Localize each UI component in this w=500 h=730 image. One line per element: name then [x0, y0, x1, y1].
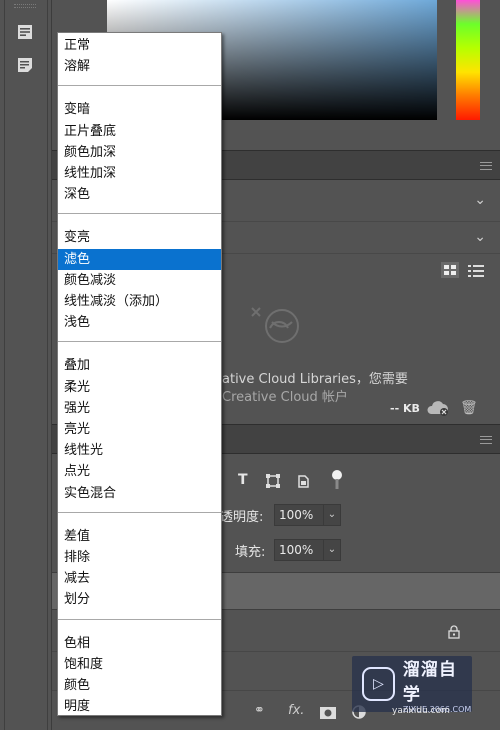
fill-input[interactable]: 100% — [274, 539, 324, 561]
filter-smart-object-icon[interactable] — [296, 473, 310, 492]
blend-mode-option[interactable]: 点光 — [58, 461, 221, 482]
chevron-down-icon[interactable]: ⌄ — [474, 192, 486, 208]
blend-mode-option[interactable]: 明度 — [58, 696, 221, 717]
blend-mode-option[interactable]: 浅色 — [58, 312, 221, 333]
blend-mode-option[interactable]: 线性光 — [58, 440, 221, 461]
blend-mode-option[interactable]: 强光 — [58, 398, 221, 419]
blend-mode-menu: 正常 溶解变暗 正片叠底 颜色加深 线性加深 深色变亮 滤色 颜色减淡 线性减淡（添加） 浅色叠加… — [57, 32, 222, 716]
blend-mode-option[interactable]: 柔光 — [58, 377, 221, 398]
blend-mode-option[interactable]: 颜色减淡 — [58, 270, 221, 291]
list-view-icon[interactable] — [468, 263, 484, 282]
left-panel-dock — [0, 0, 52, 730]
blend-mode-option[interactable]: 饱和度 — [58, 654, 221, 675]
blend-mode-option[interactable]: 划分 — [58, 589, 221, 610]
libraries-message: ative Cloud Libraries，您需要 — [222, 372, 408, 387]
blend-mode-option[interactable]: 深色 — [58, 184, 221, 205]
cloud-sync-icon[interactable] — [426, 400, 450, 420]
blend-mode-option[interactable]: 颜色加深 — [58, 142, 221, 163]
blend-mode-option[interactable]: 差值 — [58, 526, 221, 547]
blend-mode-option[interactable]: 溶解 — [58, 56, 221, 77]
layers-menu-icon[interactable] — [480, 436, 492, 444]
blend-mode-option[interactable]: 变暗 — [58, 99, 221, 120]
fx-icon[interactable]: fx. — [288, 703, 304, 718]
menu-separator — [58, 618, 221, 620]
blend-mode-option[interactable]: 颜色 — [58, 675, 221, 696]
blend-mode-option[interactable]: 亮光 — [58, 419, 221, 440]
lock-icon — [448, 624, 460, 643]
libraries-menu-icon[interactable] — [480, 162, 492, 170]
blend-mode-option[interactable]: 减去 — [58, 568, 221, 589]
watermark-badge: ▷ 溜溜自学 ZIXUE.3066.COM — [352, 655, 472, 714]
menu-separator — [58, 85, 221, 87]
link-layers-icon[interactable]: ⚭ — [254, 703, 265, 718]
blend-mode-option[interactable]: 实色混合 — [58, 483, 221, 504]
grid-view-icon[interactable] — [441, 262, 459, 282]
blend-mode-option[interactable]: 变亮 — [58, 227, 221, 248]
library-size-label: -- KB — [390, 402, 420, 415]
play-logo-icon: ▷ — [362, 667, 395, 701]
cloud-disconnected-icon — [248, 302, 308, 350]
watermark-partial-text: yanxidu.com — [392, 706, 450, 716]
libraries-message-partial: Creative Cloud 帐户 — [222, 390, 348, 405]
add-mask-icon[interactable] — [320, 704, 336, 723]
blend-mode-option[interactable]: 线性减淡（添加） — [58, 291, 221, 312]
photoshop-workspace: ⌄ ⌄ ative Cloud Libraries，您需要 Creative C… — [0, 0, 500, 730]
hue-slider[interactable] — [456, 0, 480, 120]
opacity-input[interactable]: 100% — [274, 504, 324, 526]
opacity-dropdown-icon[interactable]: ⌄ — [323, 504, 341, 526]
blend-mode-option[interactable]: 正常 — [58, 35, 221, 56]
notes-panel-icon[interactable] — [15, 55, 35, 75]
blend-mode-option[interactable]: 滤色 — [58, 248, 221, 270]
menu-separator — [58, 341, 221, 343]
blend-mode-option[interactable]: 色相 — [58, 633, 221, 654]
watermark-text: 溜溜自学 ZIXUE.3066.COM — [403, 655, 472, 714]
dock-rail — [4, 0, 48, 730]
blend-mode-option[interactable]: 线性加深 — [58, 163, 221, 184]
blend-mode-option[interactable]: 叠加 — [58, 355, 221, 376]
properties-panel-icon[interactable] — [15, 22, 35, 42]
menu-separator — [58, 511, 221, 513]
opacity-label: 透明度: — [220, 510, 264, 525]
filter-shape-layers-icon[interactable] — [266, 473, 280, 492]
watermark-title: 溜溜自学 — [402, 659, 457, 705]
menu-separator — [58, 213, 221, 215]
trash-icon[interactable]: 🗑 — [460, 400, 478, 416]
chevron-down-icon[interactable]: ⌄ — [474, 229, 486, 245]
fill-dropdown-icon[interactable]: ⌄ — [323, 539, 341, 561]
dock-grip[interactable] — [14, 4, 36, 8]
blend-mode-option[interactable]: 排除 — [58, 547, 221, 568]
blend-mode-option[interactable]: 正片叠底 — [58, 121, 221, 142]
fill-label: 填充: — [235, 545, 266, 560]
filter-toggle-icon[interactable] — [331, 470, 343, 494]
filter-type-layers-icon[interactable]: T — [238, 472, 248, 488]
